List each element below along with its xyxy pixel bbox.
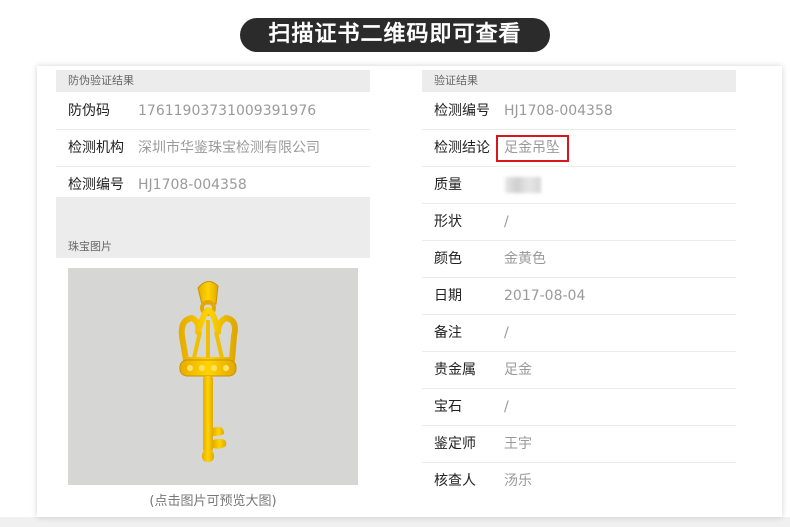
- row-label: 宝石: [434, 399, 462, 415]
- right-row-conclusion: 检测结论 足金吊坠: [422, 130, 736, 167]
- row-label: 贵金属: [434, 362, 476, 378]
- row-value: 金黄色: [504, 251, 546, 267]
- right-row-date: 日期 2017-08-04: [422, 278, 736, 315]
- image-caption[interactable]: (点击图片可预览大图): [56, 490, 370, 509]
- row-label: 检测机构: [68, 140, 124, 156]
- right-row-precious-metal: 贵金属 足金: [422, 352, 736, 389]
- row-value: /: [504, 399, 509, 415]
- row-label: 形状: [434, 214, 462, 230]
- row-label: 颜色: [434, 251, 462, 267]
- row-label: 备注: [434, 325, 462, 341]
- weight-redacted-value: [505, 177, 541, 193]
- row-label: 鉴定师: [434, 436, 476, 452]
- row-label: 质量: [434, 177, 462, 193]
- row-value: 2017-08-04: [504, 288, 586, 304]
- right-row-weight: 质量: [422, 167, 736, 204]
- jewelry-image-header: 珠宝图片: [56, 236, 370, 258]
- row-value: 17611903731009391976: [138, 103, 317, 119]
- anti-fake-result-header: 防伪验证结果: [56, 70, 370, 92]
- left-row-testing-institution: 检测机构 深圳市华鉴珠宝检测有限公司: [56, 130, 370, 167]
- right-row-color: 颜色 金黄色: [422, 241, 736, 278]
- conclusion-highlight-box: [496, 135, 569, 162]
- right-row-shape: 形状 /: [422, 204, 736, 241]
- verification-result-header: 验证结果: [422, 70, 736, 92]
- row-value: /: [504, 214, 509, 230]
- scan-qr-banner: 扫描证书二维码即可查看: [240, 18, 550, 52]
- right-row-gemstone: 宝石 /: [422, 389, 736, 426]
- row-value: 汤乐: [504, 473, 532, 489]
- row-value: 深圳市华鉴珠宝检测有限公司: [138, 140, 320, 156]
- left-spacer: [56, 197, 370, 239]
- page-bottom-band: [0, 517, 790, 527]
- row-label: 检测结论: [434, 140, 490, 156]
- right-row-test-number: 检测编号 HJ1708-004358: [422, 93, 736, 130]
- jewelry-photo[interactable]: [68, 268, 358, 485]
- right-row-appraiser: 鉴定师 王宇: [422, 426, 736, 463]
- right-row-remarks: 备注 /: [422, 315, 736, 352]
- row-value: HJ1708-004358: [504, 103, 613, 119]
- right-row-checker: 核查人 汤乐: [422, 463, 736, 500]
- row-value: 王宇: [504, 436, 532, 452]
- left-row-anti-fake-code: 防伪码 17611903731009391976: [56, 93, 370, 130]
- row-label: 检测编号: [434, 103, 490, 119]
- row-label: 核查人: [434, 473, 476, 489]
- row-label: 日期: [434, 288, 462, 304]
- gold-key-pendant-image: [178, 281, 238, 462]
- row-value: /: [504, 325, 509, 341]
- row-value: 足金: [504, 362, 532, 378]
- row-label: 防伪码: [68, 103, 110, 119]
